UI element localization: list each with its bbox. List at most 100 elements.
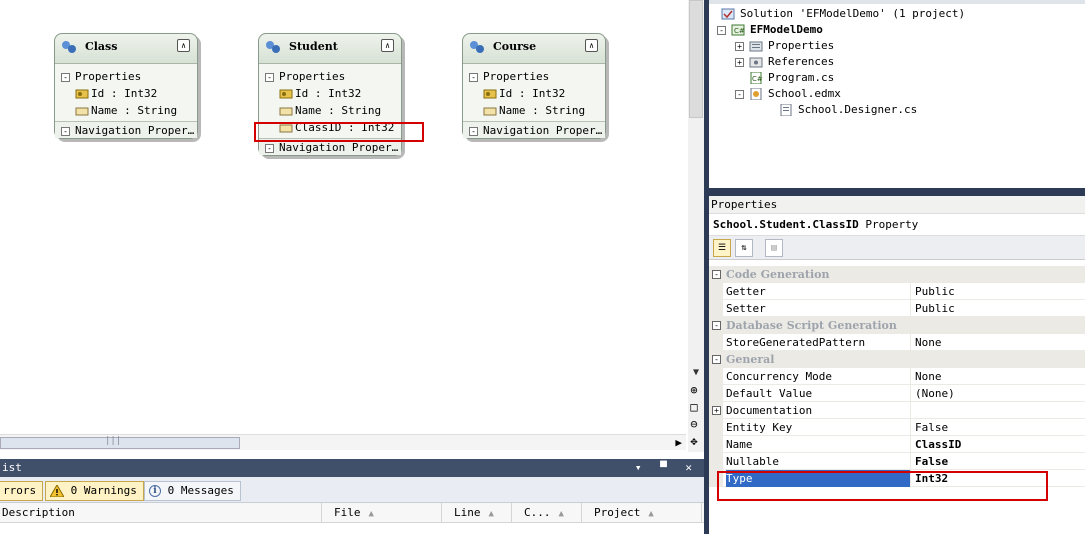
properties-section[interactable]: - Properties bbox=[463, 68, 605, 85]
expand-plus-icon[interactable]: + bbox=[735, 41, 744, 51]
tree-node-school-designer-cs[interactable]: School.Designer.cs bbox=[779, 102, 917, 118]
entity-property[interactable]: Id : Int32 bbox=[55, 85, 197, 102]
collapse-minus-icon[interactable]: - bbox=[265, 143, 274, 153]
column-file[interactable]: File ▲ bbox=[322, 503, 442, 523]
tree-node-program-cs[interactable]: C# Program.cs bbox=[749, 70, 834, 86]
column-project[interactable]: Project ▲ bbox=[582, 503, 702, 523]
tree-node-references[interactable]: + References bbox=[735, 54, 834, 70]
zoom-out-icon[interactable]: ⊖ bbox=[686, 416, 702, 432]
property-row[interactable]: Entity Key False bbox=[709, 419, 1085, 436]
panel-splitter[interactable] bbox=[709, 188, 1085, 196]
info-icon: i bbox=[149, 485, 161, 497]
sort-arrow-icon: ▲ bbox=[558, 509, 564, 519]
property-pages-icon[interactable]: ▤ bbox=[765, 239, 783, 257]
property-grid: - Code Generation Getter Public Setter Publ… bbox=[709, 266, 1085, 487]
property-row-type-selected[interactable]: Type Int32 bbox=[709, 470, 1085, 487]
warning-icon bbox=[50, 485, 64, 497]
properties-section[interactable]: - Properties bbox=[259, 68, 401, 85]
scroll-down-icon[interactable]: ▼ bbox=[689, 366, 703, 380]
navigation-properties-section[interactable]: - Navigation Proper… bbox=[55, 121, 197, 138]
column-description[interactable]: Description bbox=[0, 503, 322, 523]
category-general[interactable]: - General bbox=[709, 351, 1085, 368]
entity-title: Class bbox=[85, 40, 118, 53]
property-row[interactable]: Default Value (None) bbox=[709, 385, 1085, 402]
svg-text:C#: C# bbox=[734, 27, 745, 35]
collapse-icon[interactable]: ∧ bbox=[177, 39, 190, 52]
entity-property[interactable]: Name : String bbox=[259, 102, 401, 119]
panel-window-controls[interactable]: ▾ ▀ ✕ bbox=[635, 459, 698, 477]
properties-window-title: Properties bbox=[709, 196, 1085, 214]
entity-class[interactable]: Class ∧ - Properties Id : Int32 Name : St… bbox=[54, 33, 198, 139]
property-row[interactable]: Concurrency Mode None bbox=[709, 368, 1085, 385]
collapse-icon[interactable]: ∧ bbox=[381, 39, 394, 52]
collapse-minus-icon[interactable]: - bbox=[712, 270, 721, 279]
sort-arrow-icon: ▲ bbox=[488, 509, 494, 519]
sort-arrow-icon: ▲ bbox=[368, 509, 374, 519]
edmx-file-icon bbox=[750, 88, 762, 100]
properties-folder-icon bbox=[749, 41, 763, 52]
property-row[interactable]: Name ClassID bbox=[709, 436, 1085, 453]
entity-property[interactable]: Id : Int32 bbox=[463, 85, 605, 102]
collapse-minus-icon[interactable]: - bbox=[717, 25, 726, 35]
pan-icon[interactable]: ✥ bbox=[686, 433, 702, 449]
properties-section[interactable]: - Properties bbox=[55, 68, 197, 85]
messages-filter-button[interactable]: i 0 Messages bbox=[144, 481, 241, 501]
zoom-fit-icon[interactable]: □ bbox=[686, 399, 702, 415]
navigation-properties-section[interactable]: - Navigation Proper… bbox=[463, 121, 605, 138]
alphabetical-sort-icon[interactable]: ⇅ bbox=[735, 239, 753, 257]
entity-type-icon bbox=[470, 41, 484, 53]
csharp-project-icon: C# bbox=[731, 24, 745, 36]
horizontal-scrollbar[interactable]: ||| ▶ bbox=[0, 434, 686, 450]
entity-property-classid[interactable]: ClassID : Int32 bbox=[259, 119, 401, 136]
property-row[interactable]: Setter Public bbox=[709, 300, 1085, 317]
entity-header[interactable]: Course ∧ bbox=[463, 34, 605, 64]
tree-node-school-edmx[interactable]: - School.edmx bbox=[735, 86, 841, 102]
tree-node-solution[interactable]: Solution 'EFModelDemo' (1 project) bbox=[721, 6, 965, 22]
key-property-icon bbox=[75, 89, 89, 99]
entity-type-icon bbox=[62, 41, 76, 53]
collapse-icon[interactable]: ∧ bbox=[585, 39, 598, 52]
property-row[interactable]: Getter Public bbox=[709, 283, 1085, 300]
collapse-minus-icon[interactable]: - bbox=[265, 72, 274, 82]
entity-designer-canvas[interactable]: Class ∧ - Properties Id : Int32 Name : St… bbox=[0, 0, 688, 452]
property-row[interactable]: Nullable False bbox=[709, 453, 1085, 470]
category-database-script-generation[interactable]: - Database Script Generation bbox=[709, 317, 1085, 334]
category-code-generation[interactable]: - Code Generation bbox=[709, 266, 1085, 283]
property-row[interactable]: StoreGeneratedPattern None bbox=[709, 334, 1085, 351]
entity-property[interactable]: Id : Int32 bbox=[259, 85, 401, 102]
warnings-filter-button[interactable]: 0 Warnings bbox=[45, 481, 144, 501]
entity-header[interactable]: Class ∧ bbox=[55, 34, 197, 64]
collapse-minus-icon[interactable]: - bbox=[712, 321, 721, 330]
scrollbar-thumb[interactable] bbox=[689, 0, 703, 118]
navigation-properties-section[interactable]: - Navigation Proper… bbox=[259, 138, 401, 155]
zoom-in-icon[interactable]: ⊕ bbox=[686, 382, 702, 398]
references-folder-icon bbox=[749, 57, 763, 68]
scrollbar-thumb[interactable]: ||| bbox=[0, 436, 240, 449]
error-list-panel: ist ▾ ▀ ✕ rrors 0 Warnings i 0 Messages … bbox=[0, 459, 704, 534]
collapse-minus-icon[interactable]: - bbox=[735, 89, 744, 99]
entity-course[interactable]: Course ∧ - Properties Id : Int32 Name : S… bbox=[462, 33, 606, 139]
expand-plus-icon[interactable]: + bbox=[712, 406, 721, 415]
collapse-minus-icon[interactable]: - bbox=[469, 126, 478, 136]
collapse-minus-icon[interactable]: - bbox=[712, 355, 721, 364]
svg-text:C#: C# bbox=[752, 75, 763, 83]
entity-property[interactable]: Name : String bbox=[463, 102, 605, 119]
tree-node-project[interactable]: - C# EFModelDemo bbox=[717, 22, 823, 38]
panel-title: ist bbox=[2, 461, 22, 474]
entity-property[interactable]: Name : String bbox=[55, 102, 197, 119]
categorized-view-icon[interactable]: ☰ bbox=[713, 239, 731, 257]
errors-filter-button[interactable]: rrors bbox=[0, 481, 44, 501]
expand-plus-icon[interactable]: + bbox=[735, 57, 744, 67]
collapse-minus-icon[interactable]: - bbox=[469, 72, 478, 82]
property-row-documentation[interactable]: + Documentation bbox=[709, 402, 1085, 419]
collapse-minus-icon[interactable]: - bbox=[61, 126, 70, 136]
scroll-right-icon[interactable]: ▶ bbox=[675, 436, 682, 449]
entity-header[interactable]: Student ∧ bbox=[259, 34, 401, 64]
column-line[interactable]: Line ▲ bbox=[442, 503, 512, 523]
properties-object-selector[interactable]: School.Student.ClassID Property bbox=[709, 214, 1085, 236]
column-column[interactable]: C... ▲ bbox=[512, 503, 582, 523]
entity-student[interactable]: Student ∧ - Properties Id : Int32 Name : … bbox=[258, 33, 402, 156]
sort-arrow-icon: ▲ bbox=[648, 509, 654, 519]
tree-node-properties[interactable]: + Properties bbox=[735, 38, 834, 54]
collapse-minus-icon[interactable]: - bbox=[61, 72, 70, 82]
